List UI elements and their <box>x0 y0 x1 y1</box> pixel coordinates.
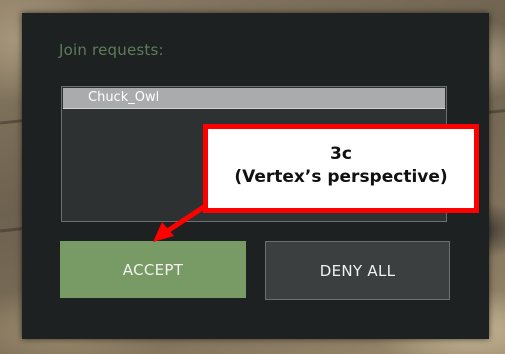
list-item[interactable]: Chuck_Owl <box>63 88 445 109</box>
annotation-callout: 3c (Vertex’s perspective) <box>203 124 479 213</box>
list-item-label: Chuck_Owl <box>88 90 160 105</box>
accept-button[interactable]: ACCEPT <box>60 241 246 298</box>
deny-all-button[interactable]: DENY ALL <box>265 241 450 300</box>
annotation-perspective-label: (Vertex’s perspective) <box>234 167 448 187</box>
annotation-step-label: 3c <box>330 144 352 164</box>
panel-title: Join requests: <box>59 41 164 59</box>
